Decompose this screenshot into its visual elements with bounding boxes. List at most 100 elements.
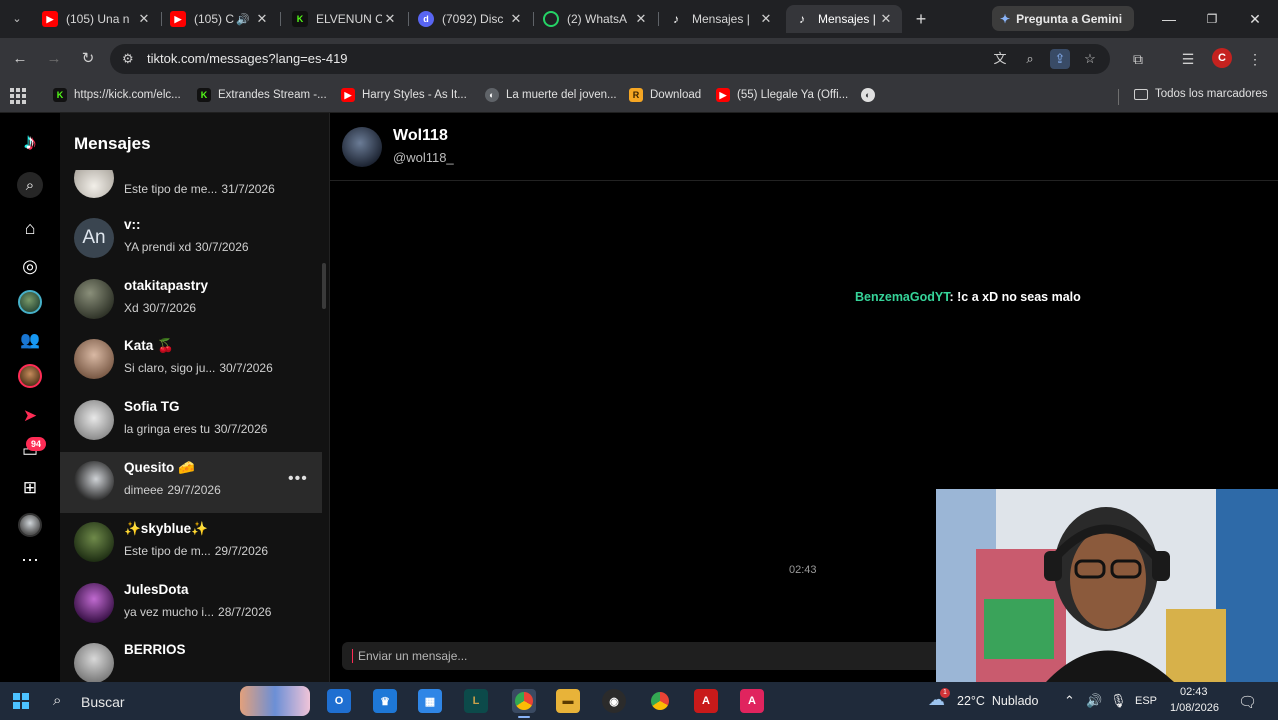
gemini-sparkle-icon: ✦ <box>1000 11 1011 26</box>
medal-app-icon[interactable]: ♛ <box>373 689 397 713</box>
new-tab-button[interactable]: + <box>910 9 932 29</box>
bookmark-item[interactable]: ▶ Harry Styles - As It... <box>341 88 467 102</box>
tab-tiktok-1[interactable]: ♪ Mensajes | ✕ <box>660 5 782 33</box>
conversation-item[interactable]: An v:: YA prendi xd 30/7/2026 <box>60 209 322 270</box>
weather-text[interactable]: 22°C Nublado <box>957 694 1038 708</box>
gemini-button[interactable]: ✦ Pregunta a Gemini <box>992 6 1134 31</box>
minimize-button[interactable]: — <box>1156 8 1182 30</box>
conversation-date: 28/7/2026 <box>218 605 272 619</box>
league-client-icon[interactable]: L <box>464 689 488 713</box>
friends-icon[interactable]: 👥 <box>17 327 43 353</box>
volume-icon[interactable]: 🔊 <box>1086 693 1102 709</box>
more-options-icon[interactable]: ••• <box>288 470 308 488</box>
conversation-item[interactable]: ✨skyblue✨ Este tipo de m... 29/7/2026 <box>60 513 322 574</box>
bookmarks-divider <box>1118 89 1119 105</box>
send-plane-icon[interactable]: ➤ <box>17 403 43 429</box>
bookmark-item[interactable]: K https://kick.com/elc... <box>53 88 181 102</box>
close-tab-icon[interactable]: ✕ <box>254 11 270 27</box>
tab-search-chevron-icon[interactable]: ⌄ <box>6 9 28 29</box>
close-tab-icon[interactable]: ✕ <box>382 11 398 27</box>
outlook-icon[interactable]: O <box>327 689 351 713</box>
forward-button[interactable]: → <box>44 49 64 69</box>
close-tab-icon[interactable]: ✕ <box>758 11 774 27</box>
explore-compass-icon[interactable]: ◎ <box>17 253 43 279</box>
reload-button[interactable]: ↻ <box>78 49 98 69</box>
clock-date[interactable]: 1/08/2026 <box>1170 702 1219 714</box>
restore-button[interactable]: ❐ <box>1199 8 1225 30</box>
language-indicator[interactable]: ESP <box>1135 695 1157 707</box>
microphone-icon[interactable]: 🎙 <box>1110 693 1127 709</box>
bookmark-item[interactable]: ▶ (55) Llegale Ya (Offi... <box>716 88 848 102</box>
profile-avatar-icon[interactable] <box>18 513 42 537</box>
hidden-icons-chevron-icon[interactable]: ⌃ <box>1064 693 1075 709</box>
bookmark-item[interactable]: ◐ <box>861 88 882 102</box>
youtube-icon: ▶ <box>341 88 355 102</box>
live-avatar-icon[interactable] <box>18 364 42 388</box>
chat-avatar[interactable] <box>342 127 382 167</box>
file-explorer-icon[interactable]: ▬ <box>556 689 580 713</box>
site-info-icon[interactable]: ⚙ <box>122 51 134 67</box>
all-bookmarks[interactable]: Todos los marcadores <box>1134 88 1268 100</box>
notifications-icon[interactable]: 🗨 <box>1238 693 1257 711</box>
bookmark-item[interactable]: R Download <box>629 88 701 102</box>
conversation-date: 30/7/2026 <box>219 361 273 375</box>
clock-time[interactable]: 02:43 <box>1180 686 1208 698</box>
conversation-avatar <box>74 339 114 379</box>
chrome-menu-icon[interactable]: ⋮ <box>1245 49 1265 69</box>
discord-icon: d <box>418 11 434 27</box>
media-controls-icon[interactable]: ☰ <box>1178 49 1198 69</box>
conversation-item[interactable]: otakitapastry Xd 30/7/2026 <box>60 270 322 331</box>
close-tab-icon[interactable]: ✕ <box>508 11 524 27</box>
address-bar[interactable]: ⚙ tiktok.com/messages?lang=es-419 文 ⌕ ⇪ … <box>110 44 1110 74</box>
upload-plus-icon[interactable]: ⊞ <box>17 475 43 501</box>
extensions-icon[interactable]: ⧉ <box>1128 49 1148 69</box>
bookmark-item[interactable]: K Extrandes Stream -... <box>197 88 327 102</box>
taskbar-search-label[interactable]: Buscar <box>81 694 125 710</box>
url-text[interactable]: tiktok.com/messages?lang=es-419 <box>147 51 348 66</box>
following-avatar-icon[interactable] <box>18 290 42 314</box>
obs-icon[interactable]: ◉ <box>602 689 626 713</box>
tab-kick[interactable]: K ELVENUN C ✕ <box>284 5 406 33</box>
install-app-icon[interactable]: ⇪ <box>1050 49 1070 69</box>
bookmark-item[interactable]: ◐ La muerte del joven... <box>485 88 617 102</box>
conversation-preview: Xd <box>124 301 139 315</box>
tab-discord[interactable]: d (7092) Disc ✕ <box>410 5 532 33</box>
microsoft-store-icon[interactable]: ▦ <box>418 689 442 713</box>
conversation-scrollbar[interactable] <box>322 263 326 309</box>
back-button[interactable]: ← <box>10 49 30 69</box>
tab-youtube-1[interactable]: ▶ (105) Una n ✕ <box>34 5 160 33</box>
conversation-item[interactable]: BERRIOS <box>60 634 322 682</box>
access-icon[interactable]: A <box>740 689 764 713</box>
tab-youtube-2[interactable]: ▶ (105) C 🔊 ✕ <box>162 5 278 33</box>
windows-start-icon[interactable] <box>13 693 29 709</box>
home-icon[interactable]: ⌂ <box>17 215 43 241</box>
translate-icon[interactable]: 文 <box>990 49 1010 69</box>
chat-contact-handle[interactable]: @wol118_ <box>393 150 454 165</box>
tab-whatsapp[interactable]: (2) WhatsA ✕ <box>535 5 657 33</box>
more-options-icon[interactable]: ⋯ <box>17 547 43 573</box>
close-window-button[interactable]: ✕ <box>1242 8 1268 30</box>
conversation-item[interactable]: Sofia TG la gringa eres tu 30/7/2026 <box>60 391 322 452</box>
speaker-icon[interactable]: 🔊 <box>236 13 250 26</box>
apps-grid-icon[interactable] <box>10 88 26 104</box>
close-tab-icon[interactable]: ✕ <box>878 11 894 27</box>
zoom-icon[interactable]: ⌕ <box>1020 49 1040 69</box>
acrobat-icon[interactable]: A <box>694 689 718 713</box>
chrome-taskbar-icon[interactable] <box>512 689 536 713</box>
conversation-item[interactable]: JulesDota ya vez mucho i... 28/7/2026 <box>60 574 322 635</box>
tiktok-nav-rail: ♪ ⌕ ⌂ ◎ 👥 ➤ ▭ 94 ⊞ ⋯ <box>0 113 60 682</box>
bookmark-star-icon[interactable]: ☆ <box>1080 49 1100 69</box>
tiktok-logo-icon[interactable]: ♪ <box>17 129 43 155</box>
search-icon[interactable]: ⌕ <box>17 172 43 198</box>
search-icon[interactable]: ⌕ <box>53 692 61 709</box>
close-tab-icon[interactable]: ✕ <box>136 11 152 27</box>
close-tab-icon[interactable]: ✕ <box>633 11 649 27</box>
profile-avatar[interactable]: C <box>1212 48 1232 68</box>
conversation-date: 29/7/2026 <box>214 544 269 558</box>
conversation-item[interactable]: Kata 🍒 Si claro, sigo ju... 30/7/2026 <box>60 330 322 391</box>
chat-contact-name[interactable]: Wol118 <box>393 127 448 145</box>
conversation-item-hovered[interactable]: Quesito 🧀 dimeee 29/7/2026 ••• <box>60 452 322 513</box>
tab-divider <box>658 12 659 26</box>
tab-tiktok-active[interactable]: ♪ Mensajes | ✕ <box>786 5 902 33</box>
chrome-profile-taskbar-icon[interactable] <box>648 689 672 713</box>
